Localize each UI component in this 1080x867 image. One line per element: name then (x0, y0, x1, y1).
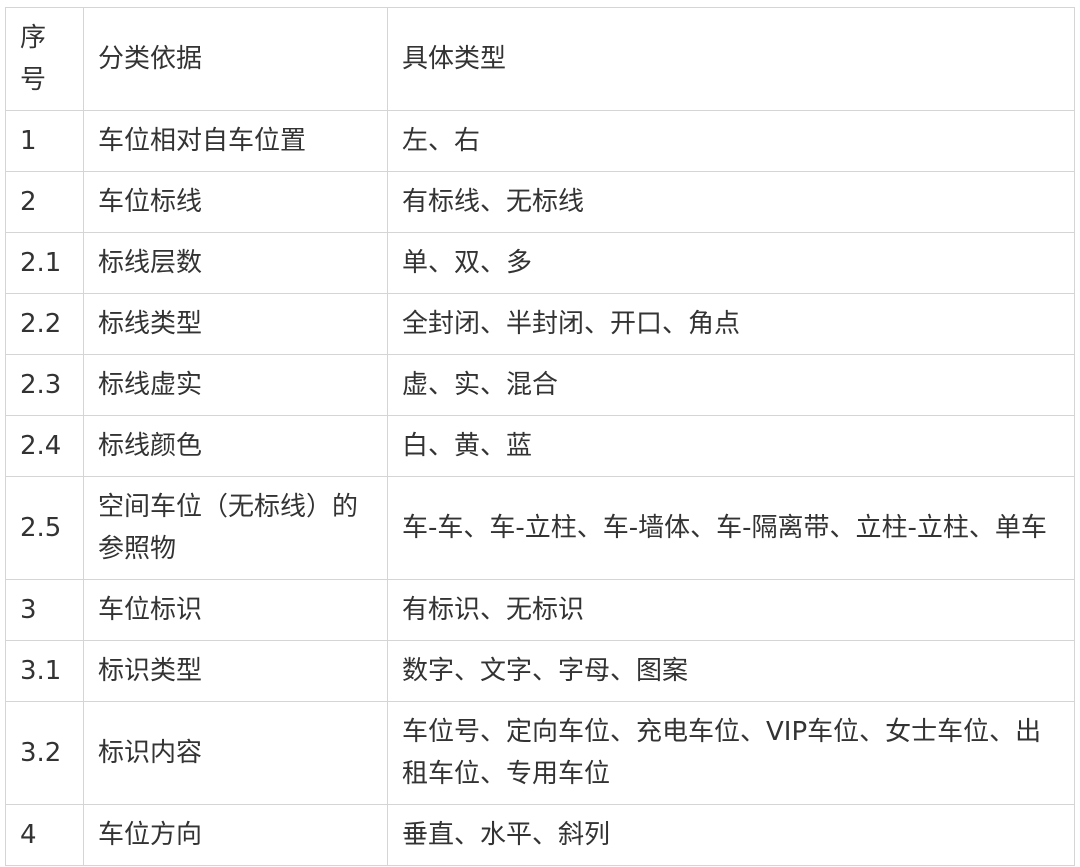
cell-id: 1 (5, 110, 84, 172)
cell-types: 虚、实、混合 (387, 354, 1075, 416)
cell-id: 2.3 (5, 354, 84, 416)
cell-id: 3.2 (5, 701, 84, 805)
cell-types: 白、黄、蓝 (387, 415, 1075, 477)
cell-types: 数字、文字、字母、图案 (387, 640, 1075, 702)
table-row: 2.3 标线虚实 虚、实、混合 (5, 354, 1075, 416)
column-header-id: 序号 (5, 7, 84, 111)
cell-id: 3 (5, 579, 84, 641)
cell-basis: 标线虚实 (83, 354, 388, 416)
column-header-basis: 分类依据 (83, 7, 388, 111)
cell-basis: 标线颜色 (83, 415, 388, 477)
cell-id: 2.2 (5, 293, 84, 355)
cell-id: 4 (5, 804, 84, 866)
cell-basis: 车位标线 (83, 171, 388, 233)
cell-types: 车-车、车-立柱、车-墙体、车-隔离带、立柱-立柱、单车 (387, 476, 1075, 580)
table-row: 3.2 标识内容 车位号、定向车位、充电车位、VIP车位、女士车位、出租车位、专… (5, 701, 1075, 805)
cell-types: 左、右 (387, 110, 1075, 172)
cell-basis: 标识类型 (83, 640, 388, 702)
table-row: 4 车位方向 垂直、水平、斜列 (5, 804, 1075, 866)
column-header-id-label: 序号 (20, 23, 47, 95)
cell-types: 全封闭、半封闭、开口、角点 (387, 293, 1075, 355)
parking-space-classification-table: 序号 分类依据 具体类型 1 车位相对自车位置 左、右 2 车位标线 有标线、无… (5, 7, 1075, 866)
cell-id: 3.1 (5, 640, 84, 702)
cell-id: 2.4 (5, 415, 84, 477)
cell-types: 车位号、定向车位、充电车位、VIP车位、女士车位、出租车位、专用车位 (387, 701, 1075, 805)
cell-types: 有标识、无标识 (387, 579, 1075, 641)
cell-types: 垂直、水平、斜列 (387, 804, 1075, 866)
cell-types: 单、双、多 (387, 232, 1075, 294)
cell-id: 2.5 (5, 476, 84, 580)
cell-basis: 车位方向 (83, 804, 388, 866)
cell-basis: 标线层数 (83, 232, 388, 294)
table-row: 2.4 标线颜色 白、黄、蓝 (5, 415, 1075, 477)
table-row: 2.2 标线类型 全封闭、半封闭、开口、角点 (5, 293, 1075, 355)
table-row: 3.1 标识类型 数字、文字、字母、图案 (5, 640, 1075, 702)
cell-id: 2 (5, 171, 84, 233)
cell-types: 有标线、无标线 (387, 171, 1075, 233)
table-row: 2 车位标线 有标线、无标线 (5, 171, 1075, 233)
table-row: 3 车位标识 有标识、无标识 (5, 579, 1075, 641)
table-row: 2.1 标线层数 单、双、多 (5, 232, 1075, 294)
cell-basis: 空间车位（无标线）的参照物 (83, 476, 388, 580)
column-header-types: 具体类型 (387, 7, 1075, 111)
cell-basis: 车位相对自车位置 (83, 110, 388, 172)
table-row: 2.5 空间车位（无标线）的参照物 车-车、车-立柱、车-墙体、车-隔离带、立柱… (5, 476, 1075, 580)
cell-basis: 标线类型 (83, 293, 388, 355)
cell-id: 2.1 (5, 232, 84, 294)
table-header-row: 序号 分类依据 具体类型 (5, 7, 1075, 111)
page: 序号 分类依据 具体类型 1 车位相对自车位置 左、右 2 车位标线 有标线、无… (0, 0, 1080, 867)
cell-basis: 车位标识 (83, 579, 388, 641)
cell-basis: 标识内容 (83, 701, 388, 805)
table-row: 1 车位相对自车位置 左、右 (5, 110, 1075, 172)
